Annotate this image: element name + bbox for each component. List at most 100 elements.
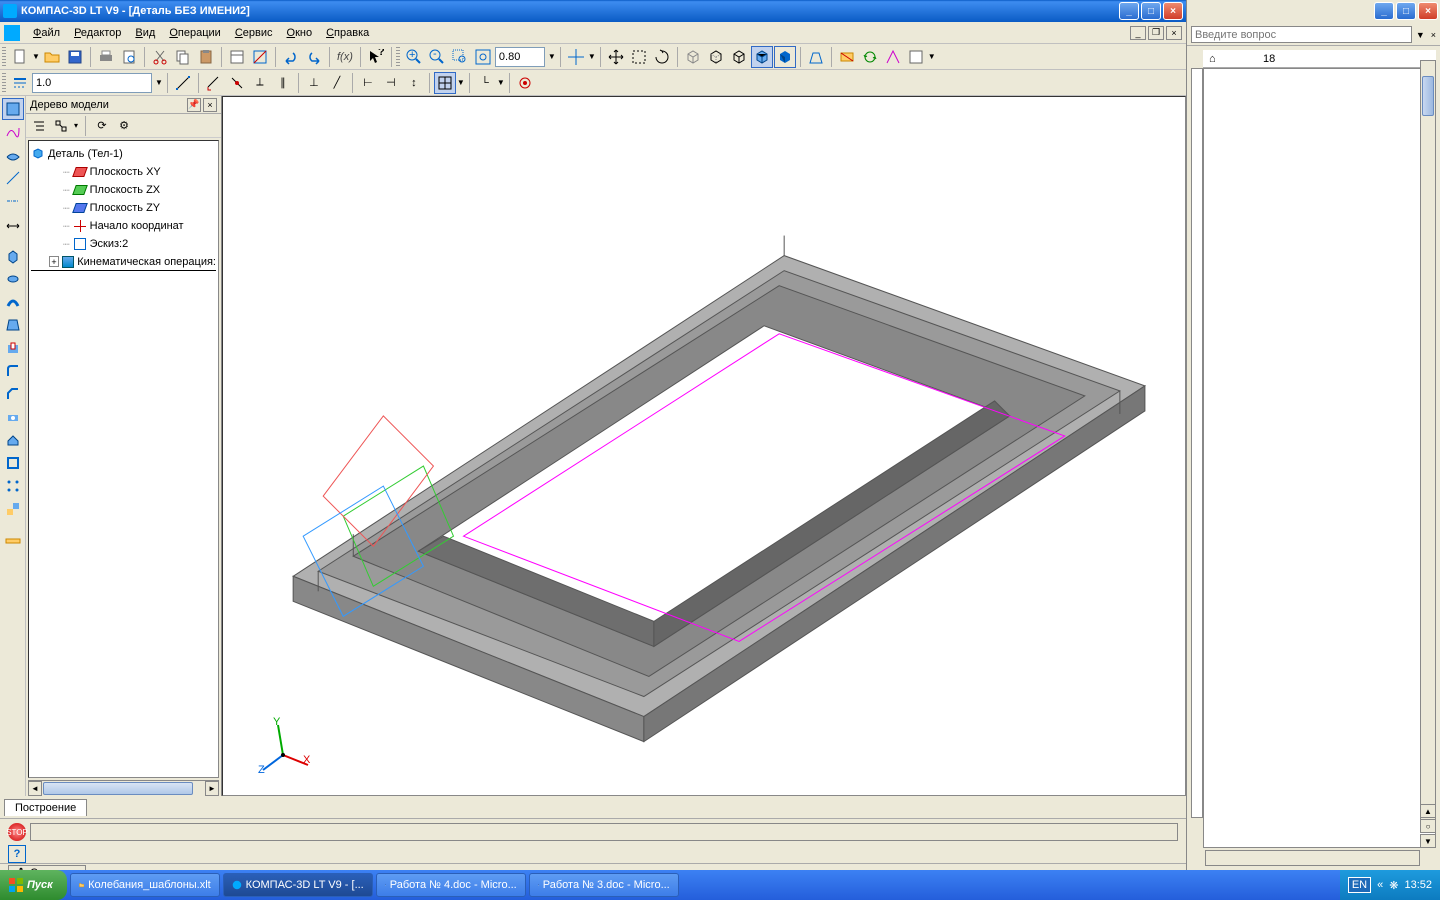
- constraint1-button[interactable]: [203, 72, 225, 94]
- tree-hscrollbar[interactable]: ◄ ►: [28, 780, 219, 796]
- axis-tool[interactable]: [2, 190, 24, 212]
- new-dropdown-icon[interactable]: ▼: [32, 52, 40, 61]
- properties-button[interactable]: [226, 46, 248, 68]
- save-button[interactable]: [64, 46, 86, 68]
- zoom-fit-button[interactable]: [472, 46, 494, 68]
- start-button[interactable]: Пуск: [0, 870, 67, 900]
- constraint2-button[interactable]: [226, 72, 248, 94]
- rib-tool[interactable]: [2, 429, 24, 451]
- line-style-button[interactable]: [9, 72, 31, 94]
- vertical-scrollbar[interactable]: [1420, 60, 1436, 820]
- tree-origin[interactable]: ┈ Начало координат: [31, 217, 216, 235]
- scroll-right-icon[interactable]: ►: [205, 781, 219, 796]
- auto-line-button[interactable]: [172, 72, 194, 94]
- close-button[interactable]: ×: [1163, 2, 1183, 20]
- cut-extrude-tool[interactable]: [2, 337, 24, 359]
- taskbar-item-1[interactable]: КОМПАС-3D LT V9 - [...: [223, 873, 373, 897]
- tray-icon-2[interactable]: ❋: [1389, 879, 1398, 892]
- shaded-wireframe-button[interactable]: [751, 46, 773, 68]
- panel-close-button[interactable]: ×: [203, 98, 217, 112]
- outer-maximize-button[interactable]: □: [1396, 2, 1416, 20]
- constraint3-button[interactable]: ⟂: [249, 72, 271, 94]
- dim2-button[interactable]: ⊣: [380, 72, 402, 94]
- mdi-close-button[interactable]: ×: [1166, 26, 1182, 40]
- page-down-button[interactable]: ▼: [1420, 834, 1436, 848]
- taskbar-item-2[interactable]: W Работа № 4.doc - Micro...: [376, 873, 526, 897]
- help-search-input[interactable]: [1191, 26, 1412, 43]
- help-cursor-button[interactable]: ?: [365, 46, 387, 68]
- tree-sketch[interactable]: ┈ Эскиз:2: [31, 235, 216, 253]
- outer-minimize-button[interactable]: _: [1374, 2, 1394, 20]
- tree-refresh-button[interactable]: ⟳: [93, 117, 111, 135]
- cursor-snap-button[interactable]: [565, 46, 587, 68]
- loft-tool[interactable]: [2, 314, 24, 336]
- undo-button[interactable]: [280, 46, 302, 68]
- ortho-dropdown-icon[interactable]: ▼: [497, 78, 505, 87]
- constraint4-button[interactable]: ∥: [272, 72, 294, 94]
- tree-relations-button[interactable]: [52, 117, 70, 135]
- revolve-tool[interactable]: [2, 268, 24, 290]
- print-preview-button[interactable]: [118, 46, 140, 68]
- tree-root[interactable]: Деталь (Тел-1): [31, 145, 216, 163]
- lineweight-dropdown-icon[interactable]: ▼: [155, 78, 163, 87]
- menu-service[interactable]: Сервис: [228, 25, 280, 41]
- zoom-value-input[interactable]: [495, 47, 545, 67]
- zoom-in-button[interactable]: +: [403, 46, 425, 68]
- sketch-button[interactable]: [249, 46, 271, 68]
- sweep-tool[interactable]: [2, 291, 24, 313]
- maximize-button[interactable]: □: [1141, 2, 1161, 20]
- lineweight-input[interactable]: [32, 73, 152, 93]
- measure-tool[interactable]: [2, 530, 24, 552]
- outer-close-button[interactable]: ×: [1418, 2, 1438, 20]
- new-document-button[interactable]: [9, 46, 31, 68]
- grid-snap-button[interactable]: [434, 72, 456, 94]
- edit-geometry-tool[interactable]: [2, 98, 24, 120]
- wireframe-button[interactable]: [682, 46, 704, 68]
- shaded-button[interactable]: [774, 46, 796, 68]
- document-icon[interactable]: [4, 25, 20, 41]
- spline-tool[interactable]: [2, 121, 24, 143]
- section-button[interactable]: [836, 46, 858, 68]
- paste-button[interactable]: [195, 46, 217, 68]
- round-button[interactable]: [514, 72, 536, 94]
- panel-pin-button[interactable]: 📌: [187, 98, 201, 112]
- dimension-tool[interactable]: [2, 213, 24, 235]
- extrude-tool[interactable]: [2, 245, 24, 267]
- perspective-button[interactable]: [805, 46, 827, 68]
- command-help-button[interactable]: ?: [8, 845, 26, 863]
- browse-object-button[interactable]: ○: [1420, 819, 1436, 833]
- copy-button[interactable]: [172, 46, 194, 68]
- mdi-restore-button[interactable]: ❐: [1148, 26, 1164, 40]
- hidden-lines-button[interactable]: [705, 46, 727, 68]
- zoom-region-button[interactable]: [628, 46, 650, 68]
- tab-construction[interactable]: Построение: [4, 799, 87, 816]
- command-input[interactable]: [30, 823, 1178, 841]
- menu-editor[interactable]: Редактор: [67, 25, 128, 41]
- taskbar-item-3[interactable]: W Работа № 3.doc - Micro...: [529, 873, 679, 897]
- pan-button[interactable]: [605, 46, 627, 68]
- model-tree[interactable]: Деталь (Тел-1) ┈ Плоскость XY ┈ Плоскост…: [28, 140, 219, 778]
- tray-clock[interactable]: 13:52: [1404, 879, 1432, 891]
- assembly-tool[interactable]: [2, 498, 24, 520]
- ortho-button[interactable]: └: [474, 72, 496, 94]
- zoom-out-button[interactable]: -: [426, 46, 448, 68]
- tray-icon-1[interactable]: «: [1377, 879, 1383, 891]
- pattern-tool[interactable]: [2, 475, 24, 497]
- surface-tool[interactable]: [2, 144, 24, 166]
- rotate-button[interactable]: [651, 46, 673, 68]
- tree-operation[interactable]: + Кинематическая операция:: [31, 253, 216, 271]
- view-dropdown-icon[interactable]: ▼: [928, 52, 936, 61]
- shell-tool[interactable]: [2, 452, 24, 474]
- dim1-button[interactable]: ⊢: [357, 72, 379, 94]
- redo-button[interactable]: [303, 46, 325, 68]
- menu-file[interactable]: Файл: [26, 25, 67, 41]
- variables-button[interactable]: f(x): [334, 46, 356, 68]
- horizontal-scrollbar[interactable]: [1205, 850, 1420, 866]
- scroll-left-icon[interactable]: ◄: [28, 781, 42, 796]
- grid-dropdown-icon[interactable]: ▼: [457, 78, 465, 87]
- zoom-window-button[interactable]: [449, 46, 471, 68]
- minimize-button[interactable]: _: [1119, 2, 1139, 20]
- tree-display-button[interactable]: [30, 117, 48, 135]
- menu-help[interactable]: Справка: [319, 25, 376, 41]
- search-dropdown-icon[interactable]: ▼: [1416, 30, 1425, 40]
